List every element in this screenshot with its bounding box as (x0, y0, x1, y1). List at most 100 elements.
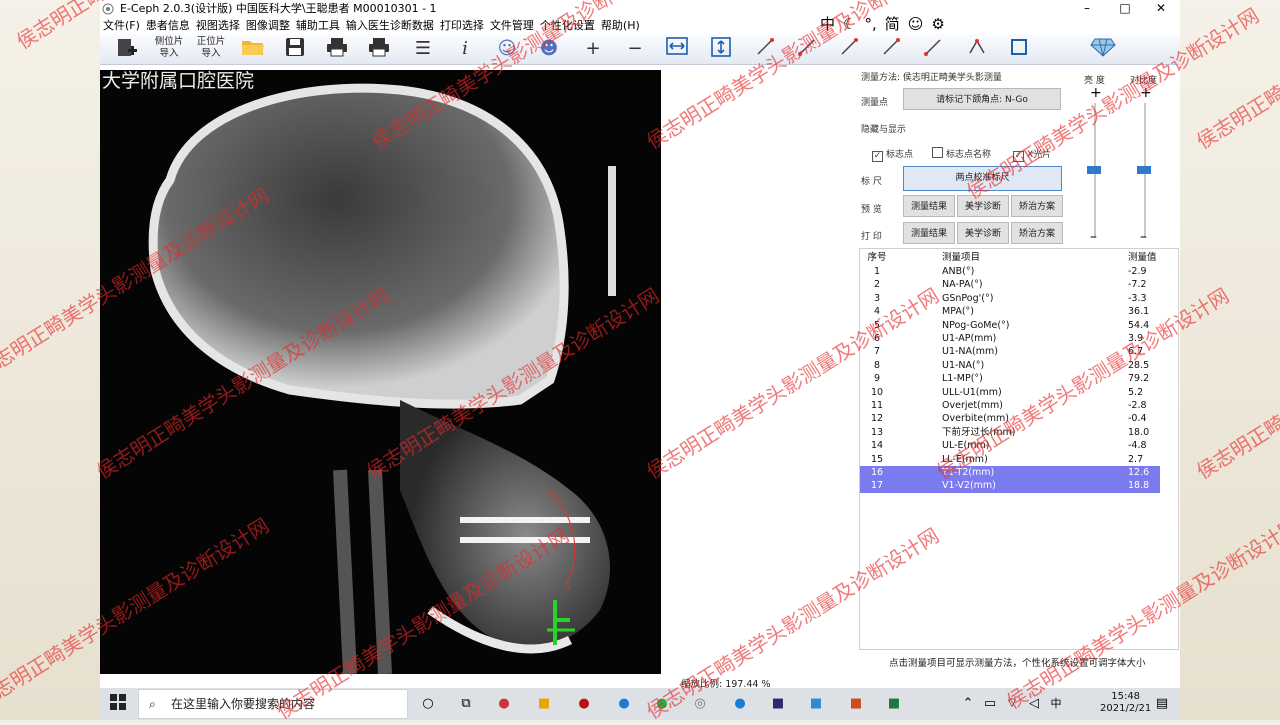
close-button[interactable]: ✕ (1144, 0, 1178, 18)
photoshop-icon[interactable]: ■ (768, 694, 788, 714)
wechat-icon[interactable]: ● (652, 694, 672, 714)
table-row[interactable]: 12 Overbite(mm) -0.4 (860, 412, 1160, 425)
table-row[interactable]: 8 U1-NA(°) 28.5 (860, 359, 1160, 372)
menu-help[interactable]: 帮助(H) (601, 19, 640, 32)
angle-tool-icon[interactable] (964, 37, 990, 61)
table-row[interactable]: 9 L1-MP(°) 79.2 (860, 372, 1160, 385)
line-tool-1-icon[interactable] (752, 37, 778, 61)
contrast-plus-button[interactable]: + (1140, 85, 1152, 101)
browser-icon[interactable]: ● (730, 694, 750, 714)
powerpoint-icon[interactable]: ■ (846, 694, 866, 714)
video-call-icon[interactable]: ■ (806, 694, 826, 714)
volume-icon[interactable]: ◁ (1024, 694, 1044, 714)
table-row[interactable]: 10 ULL-U1(mm) 5.2 (860, 386, 1160, 399)
preview-plan-button[interactable]: 矫治方案 (1011, 195, 1063, 217)
menu-patient[interactable]: 患者信息 (146, 19, 190, 32)
table-row[interactable]: 5 NPog-GoMe(°) 54.4 (860, 319, 1160, 332)
battery-icon[interactable]: ▭ (980, 694, 1000, 714)
edge-icon[interactable]: ● (614, 694, 634, 714)
table-row[interactable]: 2 NA-PA(°) -7.2 (860, 278, 1160, 291)
landmark-checkbox[interactable]: ✓ 标志点 (872, 147, 913, 162)
chinese-mode-button[interactable]: 中 (820, 15, 835, 33)
zoom-in-icon[interactable]: + (580, 37, 606, 61)
import-frontal-button[interactable]: 正位片 导入 (194, 36, 228, 60)
line-tool-5-icon[interactable] (920, 37, 946, 61)
cortana-icon[interactable]: ○ (418, 694, 438, 714)
table-row[interactable]: 3 GSnPog'(°) -3.3 (860, 292, 1160, 305)
maximize-button[interactable]: □ (1108, 0, 1142, 18)
excel-icon[interactable]: ■ (884, 694, 904, 714)
face-front-icon[interactable]: ☻ (536, 37, 562, 61)
menu-print[interactable]: 打印选择 (440, 19, 484, 32)
app-red-icon[interactable]: ● (494, 694, 514, 714)
flash-icon[interactable]: ● (574, 694, 594, 714)
gear-icon[interactable]: ⚙ (931, 15, 944, 33)
save-icon[interactable] (282, 37, 308, 61)
print-results-button[interactable]: 测量结果 (903, 222, 955, 244)
line-tool-2-icon[interactable] (794, 37, 820, 61)
diamond-icon[interactable] (1090, 37, 1116, 61)
emoji-icon[interactable]: ☺ (908, 15, 924, 33)
simplified-button[interactable]: 简 (885, 15, 900, 33)
brightness-minus-button[interactable]: – (1090, 229, 1097, 245)
table-row[interactable]: 17 V1-V2(mm) 18.8 (860, 479, 1160, 493)
line-tool-3-icon[interactable] (836, 37, 862, 61)
xray-checkbox[interactable]: ✓ X光片 (1013, 147, 1051, 162)
print-preview-icon[interactable] (366, 37, 392, 61)
info-icon[interactable]: i (452, 37, 478, 61)
task-view-icon[interactable]: ⧉ (456, 694, 476, 714)
table-row[interactable]: 11 Overjet(mm) -2.8 (860, 399, 1160, 412)
brightness-plus-button[interactable]: + (1090, 85, 1102, 101)
taskbar-search-input[interactable]: ⌕ 在这里输入你要搜索的内容 (138, 689, 408, 719)
open-folder-icon[interactable] (240, 37, 266, 61)
table-row[interactable]: 16 T1-T2(mm) 12.6 (860, 466, 1160, 480)
menu-file[interactable]: 文件(F) (103, 19, 140, 32)
menu-image[interactable]: 图像调整 (246, 19, 290, 32)
windows-start-icon[interactable] (108, 694, 128, 714)
ime-indicator[interactable]: 中 (1046, 694, 1066, 714)
menu-files[interactable]: 文件管理 (490, 19, 534, 32)
line-tool-4-icon[interactable] (878, 37, 904, 61)
table-row[interactable]: 6 U1-AP(mm) 3.9 (860, 332, 1160, 345)
brightness-slider[interactable] (1087, 166, 1101, 174)
list-icon[interactable]: ☰ (410, 37, 436, 61)
print-aesthetic-button[interactable]: 美学诊断 (957, 222, 1009, 244)
calibrate-ruler-button[interactable]: 两点校准标尺 (903, 166, 1062, 191)
network-icon[interactable]: ⌔ (1002, 694, 1022, 714)
menu-diagnosis[interactable]: 输入医生诊断数据 (346, 19, 434, 32)
contrast-minus-button[interactable]: – (1140, 229, 1147, 245)
print-plan-button[interactable]: 矫治方案 (1011, 222, 1063, 244)
file-explorer-icon[interactable]: ■ (534, 694, 554, 714)
print-icon[interactable] (324, 37, 350, 61)
zoom-out-icon[interactable]: − (622, 37, 648, 61)
current-point-button[interactable]: 请标记下颌角点: N-Go (903, 88, 1061, 110)
landmark-name-checkbox[interactable]: 标志点名称 (932, 147, 991, 160)
eceph-taskbar-icon[interactable]: ◎ (690, 694, 710, 714)
minimize-button[interactable]: – (1070, 0, 1104, 18)
contrast-slider[interactable] (1137, 166, 1151, 174)
night-mode-icon[interactable]: ☾ (843, 15, 856, 33)
table-row[interactable]: 1 ANB(°) -2.9 (860, 265, 1160, 278)
menu-view[interactable]: 视图选择 (196, 19, 240, 32)
punctuation-button[interactable]: °, (864, 15, 876, 33)
face-profile-icon[interactable]: ☺ (494, 37, 520, 61)
table-row[interactable]: 13 下前牙过长(mm) 18.0 (860, 426, 1160, 439)
table-row[interactable]: 14 UL-E(mm) -4.8 (860, 439, 1160, 452)
tray-chevron-icon[interactable]: ⌃ (958, 694, 978, 714)
import-lateral-button[interactable]: 侧位片 导入 (152, 36, 186, 60)
table-row[interactable]: 15 LL-E(mm) 2.7 (860, 453, 1160, 466)
menu-settings[interactable]: 个性化设置 (540, 19, 595, 32)
table-row[interactable]: 4 MPA(°) 36.1 (860, 305, 1160, 318)
menu-tools[interactable]: 辅助工具 (296, 19, 340, 32)
notification-icon[interactable]: ▤ (1152, 694, 1172, 714)
row-item: ULL-U1(mm) (942, 386, 1002, 398)
fit-height-icon[interactable] (708, 37, 734, 61)
xray-viewer[interactable]: 大学附属口腔医院 (100, 70, 661, 674)
new-patient-icon[interactable] (114, 37, 140, 61)
taskbar-clock[interactable]: 15:48 2021/2/21 (1100, 691, 1151, 715)
preview-aesthetic-button[interactable]: 美学诊断 (957, 195, 1009, 217)
table-row[interactable]: 7 U1-NA(mm) 6.7 (860, 345, 1160, 358)
fit-width-icon[interactable] (664, 37, 690, 61)
preview-results-button[interactable]: 测量结果 (903, 195, 955, 217)
crop-icon[interactable] (1006, 37, 1032, 61)
